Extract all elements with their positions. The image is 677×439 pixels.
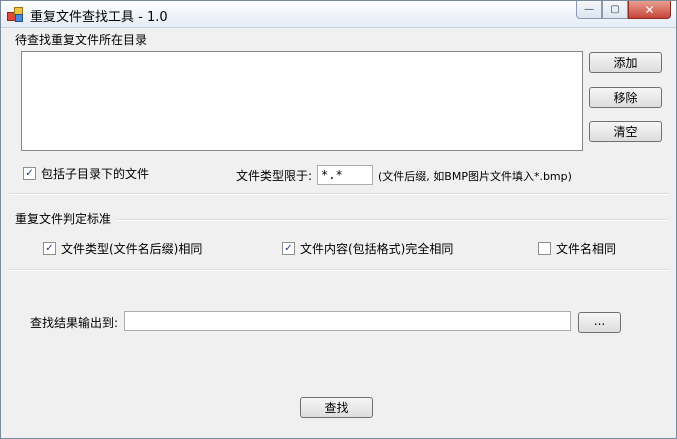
dir-section-label: 待查找重复文件所在目录 xyxy=(15,33,148,47)
output-path-input[interactable] xyxy=(124,311,571,331)
separator-2 xyxy=(9,269,668,271)
criteria-separator xyxy=(116,219,668,221)
filetype-input[interactable]: *.* xyxy=(317,165,373,185)
title-bar[interactable]: 重复文件查找工具 - 1.0 — ▢ ✕ xyxy=(1,1,676,28)
check-icon: ✓ xyxy=(25,167,34,179)
window-title: 重复文件查找工具 - 1.0 xyxy=(30,10,168,25)
same-name-label: 文件名相同 xyxy=(556,242,617,256)
criteria-section-label: 重复文件判定标准 xyxy=(15,212,112,226)
filetype-label: 文件类型限于: xyxy=(236,169,313,183)
remove-button[interactable]: 移除 xyxy=(589,87,662,108)
same-type-checkbox[interactable]: ✓ 文件类型(文件名后缀)相同 xyxy=(43,240,202,257)
caption-buttons: — ▢ ✕ xyxy=(576,1,671,20)
filetype-hint: (文件后缀, 如BMP图片文件填入*.bmp) xyxy=(378,170,572,183)
include-subdirs-checkbox[interactable]: ✓ 包括子目录下的文件 xyxy=(23,165,149,182)
browse-button[interactable]: ... xyxy=(578,312,621,333)
close-button[interactable]: ✕ xyxy=(628,1,671,19)
search-button[interactable]: 查找 xyxy=(300,397,373,418)
same-name-checkbox[interactable]: 文件名相同 xyxy=(538,240,616,257)
add-button[interactable]: 添加 xyxy=(589,52,662,73)
same-content-checkbox[interactable]: ✓ 文件内容(包括格式)完全相同 xyxy=(282,240,453,257)
same-content-box[interactable]: ✓ xyxy=(282,242,295,255)
minimize-icon: — xyxy=(584,4,594,15)
same-type-label: 文件类型(文件名后缀)相同 xyxy=(61,242,203,256)
main-window: 重复文件查找工具 - 1.0 — ▢ ✕ 待查找重复文件所在目录 添加 移除 清… xyxy=(0,0,677,439)
maximize-button[interactable]: ▢ xyxy=(602,1,628,19)
output-label: 查找结果输出到: xyxy=(30,316,119,330)
maximize-icon: ▢ xyxy=(610,4,620,15)
include-subdirs-box[interactable]: ✓ xyxy=(23,167,36,180)
same-name-box[interactable] xyxy=(538,242,551,255)
same-type-box[interactable]: ✓ xyxy=(43,242,56,255)
check-icon: ✓ xyxy=(45,242,54,254)
same-content-label: 文件内容(包括格式)完全相同 xyxy=(300,242,454,256)
close-icon: ✕ xyxy=(644,2,655,17)
minimize-button[interactable]: — xyxy=(576,1,602,19)
include-subdirs-label: 包括子目录下的文件 xyxy=(41,167,150,181)
clear-button[interactable]: 清空 xyxy=(589,121,662,142)
directory-list[interactable] xyxy=(21,51,583,151)
check-icon: ✓ xyxy=(284,242,293,254)
separator-1 xyxy=(9,193,668,195)
app-icon xyxy=(7,7,23,22)
